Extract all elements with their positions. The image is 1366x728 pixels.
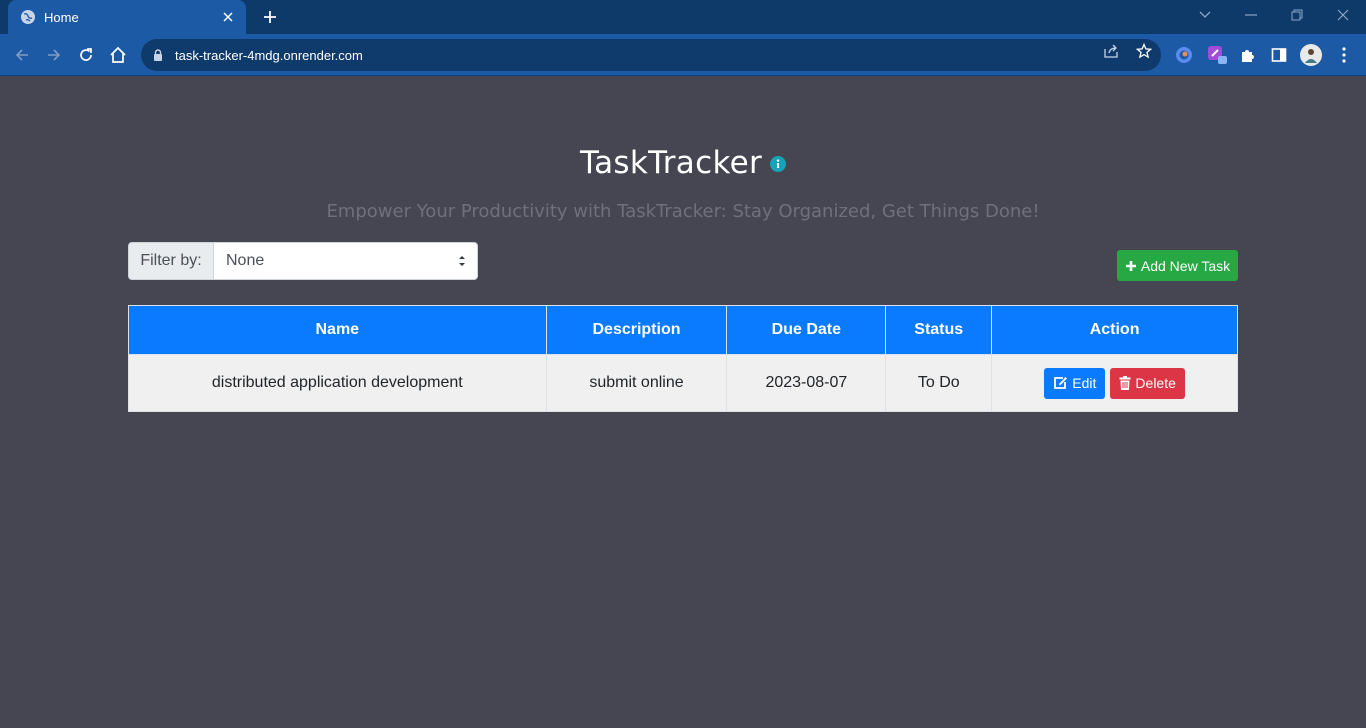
select-arrows-icon [457, 254, 467, 268]
add-new-task-label: Add New Task [1140, 257, 1231, 274]
tasks-table: Name Description Due Date Status Action … [128, 305, 1238, 412]
browser-tab-home[interactable]: Home [8, 0, 246, 34]
column-header-name: Name [128, 305, 547, 355]
share-icon[interactable] [1102, 42, 1120, 60]
star-icon[interactable] [1135, 42, 1153, 60]
filter-label: Filter by: [129, 243, 214, 279]
task-status-cell: To Do [885, 354, 993, 412]
new-tab-button[interactable] [258, 5, 282, 29]
filter-group: Filter by: None [128, 242, 478, 280]
column-header-due-date: Due Date [726, 305, 887, 355]
column-header-description: Description [545, 305, 728, 355]
page-heading: TaskTracker [0, 145, 1366, 181]
chevron-down-icon[interactable] [1191, 3, 1219, 27]
extension-orb-icon[interactable] [1172, 43, 1196, 67]
minimize-icon[interactable] [1237, 3, 1265, 27]
reload-icon[interactable] [74, 43, 98, 67]
page-subtitle: Empower Your Productivity with TaskTrack… [326, 201, 1040, 222]
page-content: TaskTracker Empower Your Productivity wi… [0, 77, 1366, 728]
back-arrow-icon[interactable] [10, 43, 34, 67]
delete-button[interactable]: Delete [1110, 367, 1185, 399]
plus-icon [1125, 260, 1137, 272]
edit-label: Edit [1072, 375, 1097, 391]
trash-icon [1119, 376, 1131, 390]
close-icon[interactable] [220, 9, 236, 25]
tab-strip: Home [0, 0, 1366, 34]
restore-icon[interactable] [1283, 3, 1311, 27]
address-bar[interactable]: task-tracker-4mdg.onrender.com [141, 39, 1161, 71]
edit-icon [1053, 376, 1068, 390]
forward-arrow-icon[interactable] [42, 43, 66, 67]
profile-avatar[interactable] [1299, 43, 1323, 67]
info-icon[interactable] [770, 156, 787, 172]
more-menu-icon[interactable] [1332, 43, 1356, 67]
color-picker-extension-icon[interactable] [1205, 43, 1229, 67]
column-header-action: Action [991, 305, 1238, 355]
home-icon[interactable] [106, 43, 130, 67]
tab-title: Home [44, 9, 79, 25]
url-text: task-tracker-4mdg.onrender.com [175, 47, 363, 63]
add-new-task-button[interactable]: Add New Task [1117, 250, 1238, 281]
delete-label: Delete [1135, 375, 1176, 391]
task-description-cell: submit online [545, 354, 728, 412]
task-action-cell: Edit Delete [991, 354, 1238, 412]
lock-icon[interactable] [151, 48, 165, 62]
globe-icon [20, 9, 36, 25]
page-title: TaskTracker [579, 145, 763, 181]
window-close-icon[interactable] [1329, 3, 1357, 27]
puzzle-icon[interactable] [1236, 43, 1260, 67]
table-header-row: Name Description Due Date Status Action [128, 305, 1238, 355]
browser-toolbar: task-tracker-4mdg.onrender.com [0, 34, 1366, 76]
task-name-cell: distributed application development [128, 354, 547, 412]
filter-select[interactable]: None [214, 243, 477, 279]
column-header-status: Status [885, 305, 993, 355]
task-due-date-cell: 2023-08-07 [726, 354, 887, 412]
side-panel-icon[interactable] [1267, 43, 1291, 67]
edit-button[interactable]: Edit [1044, 367, 1106, 399]
table-row: distributed application development subm… [128, 354, 1238, 412]
filter-selected-value: None [226, 252, 265, 269]
